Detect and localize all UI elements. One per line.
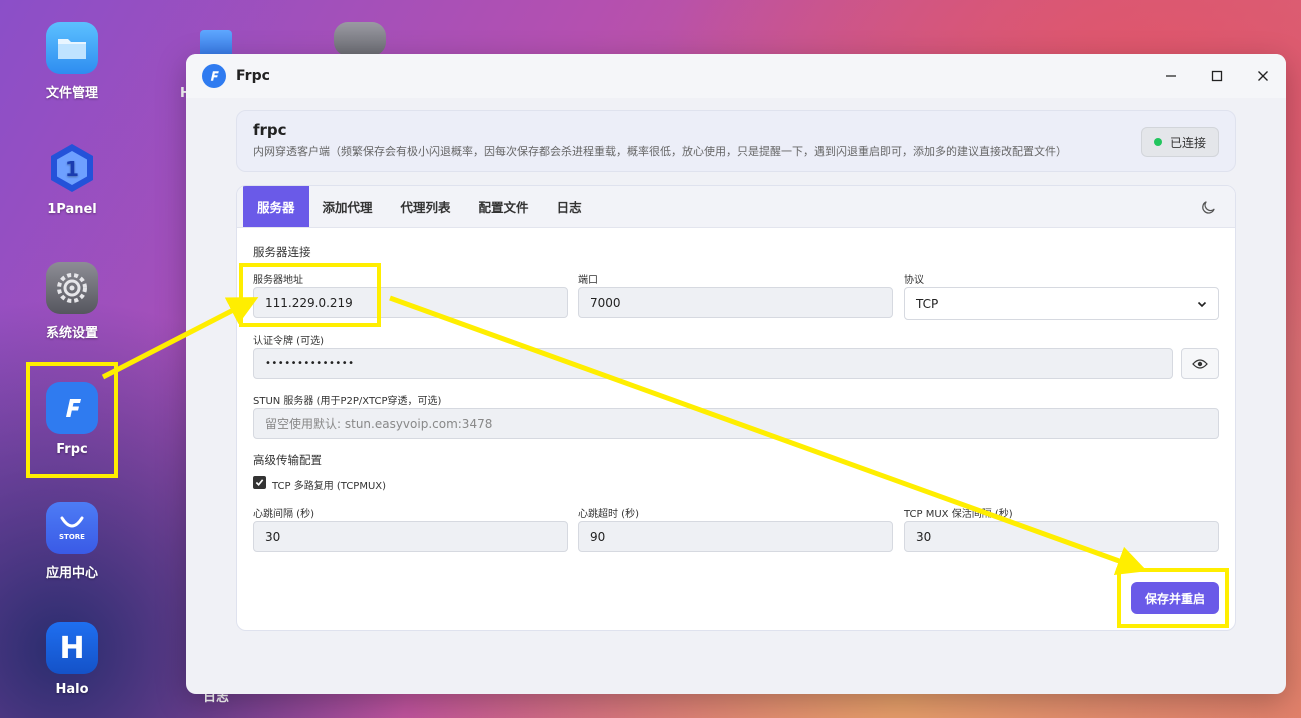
arrow-to-save-button xyxy=(389,295,1148,576)
annotation-arrows xyxy=(101,295,1148,576)
arrow-to-server-address xyxy=(101,297,259,380)
